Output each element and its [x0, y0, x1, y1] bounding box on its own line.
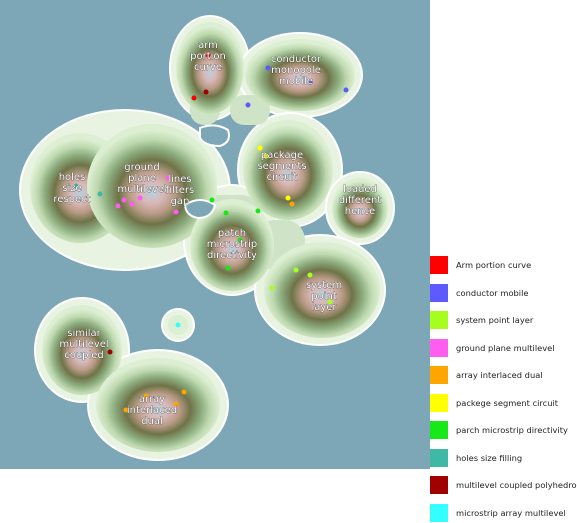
- cluster-label-line: hence: [345, 206, 375, 217]
- legend: Arm portion curve conductor mobile system …: [430, 0, 577, 522]
- legend-item: array interlaced dual: [430, 365, 543, 385]
- legend-item: microstrip array multilevel: [430, 503, 566, 523]
- cluster-label-line: mobile: [279, 76, 313, 87]
- cluster-label-line: gap: [171, 196, 190, 207]
- cluster-label-line: different: [339, 195, 382, 206]
- legend-item: Arm portion curve: [430, 255, 531, 275]
- cluster-label-line: circuit: [267, 172, 298, 183]
- cluster-label-line: holes: [59, 172, 86, 183]
- cluster-label-line: curve: [194, 62, 222, 73]
- cluster-label-line: interlaced: [127, 405, 177, 416]
- legend-label: microstrip array multilevel: [456, 507, 566, 518]
- cluster-label-line: similar: [67, 328, 101, 339]
- cluster-label-line: conductor: [271, 54, 322, 65]
- legend-swatch: [430, 503, 448, 522]
- cluster-label-line: monopole: [271, 65, 321, 76]
- cluster-label-line: package: [261, 150, 303, 161]
- cluster-label-loaded: loaded different hence: [339, 184, 382, 217]
- cluster-label-line: size: [62, 183, 81, 194]
- cluster-label-line: lines: [168, 174, 191, 185]
- legend-swatch: [430, 366, 448, 384]
- cluster-label-line: microstrip: [207, 239, 257, 250]
- cluster-label-line: system: [306, 280, 342, 291]
- legend-swatch: [430, 448, 448, 467]
- legend-item: conductor mobile: [430, 283, 529, 303]
- legend-label: parch microstrip directivity: [456, 425, 568, 435]
- cluster-label-line: coupled: [64, 350, 104, 361]
- legend-label: array interlaced dual: [456, 370, 543, 380]
- cluster-label-line: loaded: [343, 184, 377, 195]
- legend-item: parch microstrip directivity: [430, 420, 568, 440]
- topic-map: arm portion curve conductor monopole mobile pa…: [0, 0, 430, 469]
- legend-item: ground plane multilevel: [430, 338, 555, 358]
- legend-swatch: [430, 283, 448, 302]
- cluster-label-line: multilevel: [59, 339, 108, 350]
- cluster-label-line: dual: [141, 416, 163, 427]
- cluster-label-line: ground: [124, 162, 159, 173]
- cluster-label-line: segments: [257, 161, 306, 172]
- cluster-label-line: arm: [198, 40, 218, 51]
- cluster-label-line: patch: [218, 228, 246, 239]
- legend-swatch: [430, 256, 448, 274]
- cluster-label-line: point: [311, 291, 337, 302]
- legend-label: system point layer: [456, 315, 534, 325]
- legend-label: holes size filling: [456, 452, 523, 463]
- legend-label: packege segment circuit: [456, 397, 559, 408]
- legend-swatch: [430, 338, 448, 357]
- legend-label: conductor mobile: [456, 287, 529, 298]
- legend-swatch: [430, 476, 448, 494]
- cluster-label-line: multilevel: [117, 184, 166, 195]
- legend-swatch: [430, 311, 448, 329]
- legend-label: Arm portion curve: [456, 260, 532, 270]
- cluster-label-line: portion: [190, 51, 226, 62]
- cluster-label-line: filters: [166, 185, 194, 196]
- cluster-label-line: layer: [311, 302, 337, 313]
- legend-item: holes size filling: [430, 448, 522, 468]
- legend-item: system point layer: [430, 310, 533, 330]
- cluster-label-line: plane: [128, 173, 156, 184]
- legend-label: ground plane multilevel: [456, 342, 555, 353]
- cluster-label-line: directivity: [207, 250, 257, 261]
- cluster-label-line: respect: [53, 194, 90, 205]
- legend-item: packege segment circuit: [430, 393, 558, 413]
- legend-label: multilevel coupled polyhedrons: [456, 480, 577, 490]
- cluster-label-line: array: [139, 394, 165, 405]
- legend-swatch: [430, 393, 448, 412]
- legend-item: multilevel coupled polyhedrons: [430, 475, 577, 495]
- legend-swatch: [430, 421, 448, 439]
